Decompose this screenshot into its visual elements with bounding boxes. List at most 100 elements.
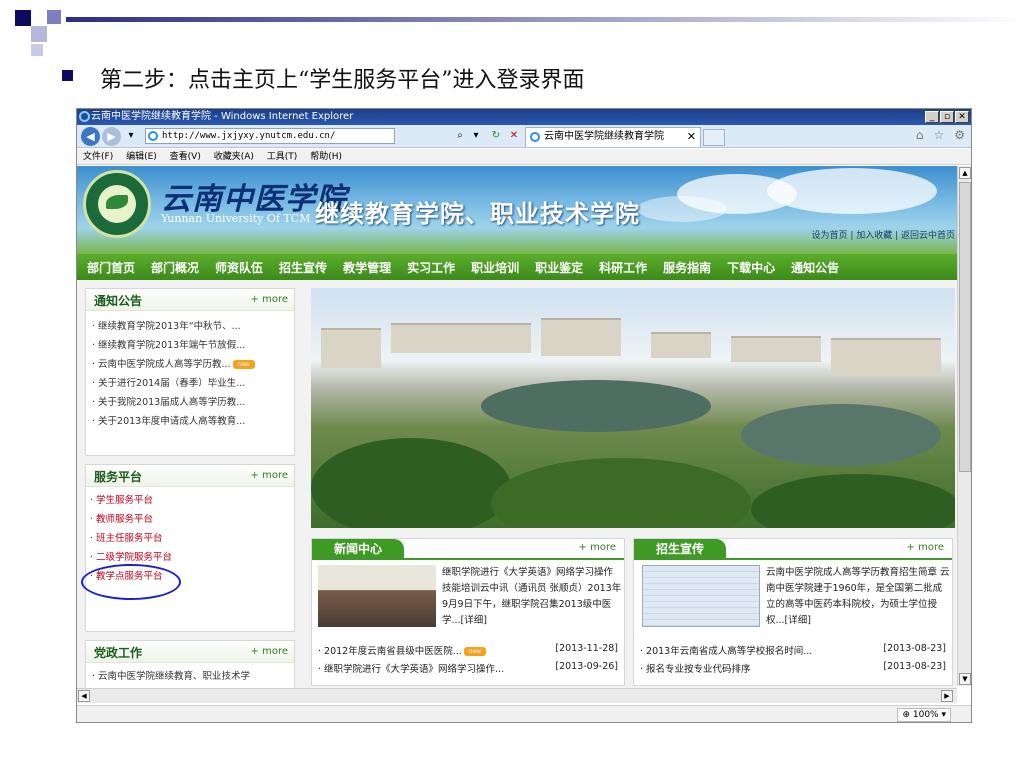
new-badge: new (463, 647, 486, 656)
service-more-link[interactable]: + more (251, 470, 288, 481)
notice-panel: 通知公告 + more · 继续教育学院2013年“中秋节、... · 继续教育… (85, 288, 295, 456)
recruit-thumbnail[interactable] (642, 565, 760, 627)
web-page: 云南中医学院 Yunnan University Of TCM 继续教育学院、职… (77, 166, 957, 688)
notice-item[interactable]: · 关于进行2014届（春季）毕业生... (92, 374, 255, 393)
menu-file[interactable]: 文件(F) (83, 152, 113, 162)
news-thumbnail[interactable] (318, 565, 436, 627)
notice-item[interactable]: · 继续教育学院2013年“中秋节、... (92, 317, 255, 336)
slide-corner-square (31, 44, 43, 56)
nav-item[interactable]: 实习工作 (407, 259, 455, 276)
nav-item[interactable]: 下载中心 (727, 259, 775, 276)
menu-favorites[interactable]: 收藏夹(A) (214, 152, 254, 162)
party-more-link[interactable]: + more (251, 646, 288, 657)
notice-item[interactable]: · 继续教育学院2013年端午节放假... (92, 336, 255, 355)
home-icon[interactable]: ⌂ (916, 128, 924, 142)
top-links[interactable]: 设为首页 | 加入收藏 | 返回云中首页 (811, 228, 955, 241)
party-item[interactable]: · 云南中医学院继续教育、职业技术学 (92, 667, 250, 686)
party-panel: 党政工作 + more · 云南中医学院继续教育、职业技术学 (85, 640, 295, 688)
nav-item[interactable]: 部门首页 (87, 259, 135, 276)
tab-title: 云南中医学院继续教育学院 (544, 131, 664, 142)
highlight-circle (81, 564, 181, 600)
tab-page-icon (530, 132, 540, 142)
notice-item[interactable]: · 关于我院2013届成人高等学历教... (92, 393, 255, 412)
new-tab-button[interactable] (703, 129, 725, 146)
notice-item[interactable]: · 云南中医学院成人高等学历教... new (92, 355, 255, 374)
menu-help[interactable]: 帮助(H) (310, 152, 342, 162)
student-service-platform-link[interactable]: · 学生服务平台 (90, 491, 172, 510)
recruit-panel: 招生宣传 + more 云南中医学院成人高等学历教育招生简章 云南中医学院建于1… (633, 538, 953, 686)
favorites-star-icon[interactable]: ☆ (933, 128, 944, 142)
nav-item[interactable]: 职业培训 (471, 259, 519, 276)
slide-corner-square (31, 26, 47, 42)
slide-corner-square (47, 10, 61, 24)
main-nav: 部门首页 部门概况 师资队伍 招生宣传 教学管理 实习工作 职业培训 职业鉴定 … (77, 254, 957, 280)
site-title: 继续教育学院、职业技术学院 (315, 200, 640, 228)
news-more-link[interactable]: + more (579, 542, 616, 553)
news-row[interactable]: · 继职学院进行《大学英语》网络学习操作... [2013-09-26] (318, 661, 618, 675)
back-icon[interactable]: ◀ (81, 127, 100, 146)
slide-bullet (62, 70, 73, 81)
address-text: http://www.jxjyxy.ynutcm.edu.cn/ (162, 131, 336, 141)
page-icon (148, 131, 158, 141)
recruit-more-link[interactable]: + more (907, 542, 944, 553)
nav-item[interactable]: 招生宣传 (279, 259, 327, 276)
news-summary[interactable]: 继职学院进行《大学英语》网络学习操作技能培训云中讯（通讯员 张顺贞）2013年9… (442, 565, 622, 629)
ie-icon (79, 111, 90, 122)
minimize-button[interactable]: _ (925, 111, 939, 123)
logo-english: Yunnan University Of TCM (161, 212, 311, 225)
news-panel: 新闻中心 + more 继职学院进行《大学英语》网络学习操作技能培训云中讯（通讯… (311, 538, 625, 686)
university-seal-logo (83, 170, 151, 238)
address-dropdown-icon[interactable]: ▾ (469, 129, 483, 143)
browser-window: 云南中医学院继续教育学院 - Windows Internet Explorer… (76, 108, 972, 723)
window-titlebar: 云南中医学院继续教育学院 - Windows Internet Explorer… (77, 109, 971, 125)
address-bar[interactable]: http://www.jxjyxy.ynutcm.edu.cn/ (145, 128, 395, 144)
menu-tools[interactable]: 工具(T) (267, 152, 298, 162)
nav-item[interactable]: 职业鉴定 (535, 259, 583, 276)
menu-edit[interactable]: 编辑(E) (126, 152, 157, 162)
search-icon[interactable]: ⌕ (453, 129, 467, 143)
nav-item[interactable]: 服务指南 (663, 259, 711, 276)
notice-title: 通知公告 (94, 294, 143, 308)
scroll-left-icon[interactable]: ◀ (78, 690, 90, 702)
slide-corner-square (15, 10, 31, 26)
campus-photo (311, 288, 955, 528)
status-bar: ⊕ 100% ▾ (77, 705, 971, 722)
stop-icon[interactable]: ✕ (507, 129, 521, 143)
headteacher-service-platform-link[interactable]: · 班主任服务平台 (90, 529, 172, 548)
party-title: 党政工作 (94, 646, 143, 660)
service-panel: 服务平台 + more · 学生服务平台 · 教师服务平台 · 班主任服务平台 … (85, 464, 295, 632)
notice-more-link[interactable]: + more (251, 294, 288, 305)
teacher-service-platform-link[interactable]: · 教师服务平台 (90, 510, 172, 529)
close-button[interactable]: ✕ (955, 111, 969, 123)
history-dropdown-icon[interactable]: ▾ (124, 129, 138, 143)
settings-gear-icon[interactable]: ⚙ (954, 128, 965, 142)
recruit-row[interactable]: · 2013年云南省成人高等学校报名时间... [2013-08-23] (640, 643, 946, 657)
browser-tab[interactable]: 云南中医学院继续教育学院 ✕ (525, 127, 701, 147)
refresh-icon[interactable]: ↻ (489, 129, 503, 143)
notice-item[interactable]: · 关于2013年度申请成人高等教育... (92, 412, 255, 431)
scroll-down-icon[interactable]: ▼ (959, 673, 971, 685)
recruit-row[interactable]: · 报名专业按专业代码排序 [2013-08-23] (640, 661, 946, 675)
restore-button[interactable]: ▫ (940, 111, 954, 123)
nav-item[interactable]: 教学管理 (343, 259, 391, 276)
vertical-scrollbar[interactable]: ▲ ▼ (957, 166, 971, 686)
forward-icon[interactable]: ▶ (102, 127, 121, 146)
nav-item[interactable]: 部门概况 (151, 259, 199, 276)
new-badge: new (232, 360, 255, 369)
nav-item[interactable]: 通知公告 (791, 259, 839, 276)
recruit-title: 招生宣传 (634, 539, 727, 559)
scroll-thumb[interactable] (959, 182, 971, 472)
tab-close-icon[interactable]: ✕ (687, 128, 696, 146)
menu-view[interactable]: 查看(V) (170, 152, 201, 162)
scroll-up-icon[interactable]: ▲ (959, 167, 971, 179)
slide-header-bar (66, 17, 1024, 22)
zoom-control[interactable]: ⊕ 100% ▾ (897, 708, 951, 722)
nav-item[interactable]: 科研工作 (599, 259, 647, 276)
nav-item[interactable]: 师资队伍 (215, 259, 263, 276)
news-row[interactable]: · 2012年度云南省县级中医医院... new [2013-11-28] (318, 643, 618, 657)
horizontal-scrollbar[interactable]: ◀ ▶ (77, 688, 957, 703)
recruit-summary[interactable]: 云南中医学院成人高等学历教育招生简章 云南中医学院建于1960年，是全国第二批成… (766, 565, 950, 629)
site-banner: 云南中医学院 Yunnan University Of TCM 继续教育学院、职… (77, 166, 957, 254)
menu-bar: 文件(F) 编辑(E) 查看(V) 收藏夹(A) 工具(T) 帮助(H) (77, 149, 971, 165)
scroll-right-icon[interactable]: ▶ (941, 690, 953, 702)
